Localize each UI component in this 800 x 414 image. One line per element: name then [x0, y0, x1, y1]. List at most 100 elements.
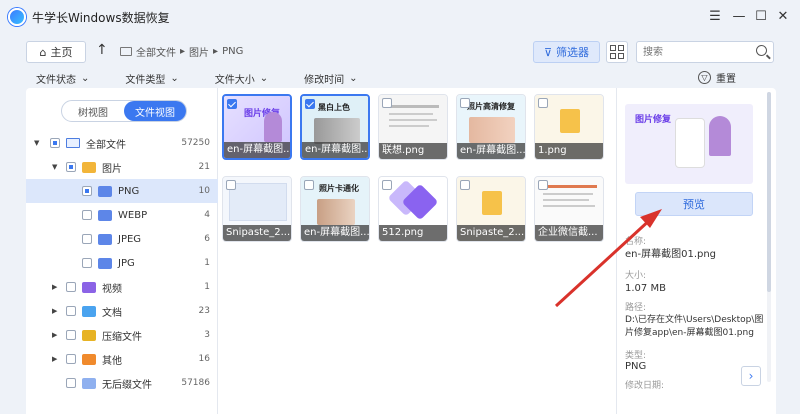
- file-thumbnail[interactable]: 联想.png: [378, 94, 448, 160]
- name-value: en-屏幕截图01.png: [625, 249, 717, 260]
- title-bar: 牛学长Windows数据恢复 ☰ — ☐ ✕: [0, 0, 800, 34]
- home-icon: ⌂: [39, 45, 47, 59]
- path-label: 路径:: [625, 303, 647, 313]
- scrollbar[interactable]: [767, 92, 771, 382]
- maximize-icon[interactable]: ☐: [750, 6, 772, 26]
- tree-item-jpg[interactable]: JPG 1: [26, 251, 218, 275]
- checkbox[interactable]: [66, 282, 76, 292]
- checkbox[interactable]: [82, 186, 92, 196]
- checkbox[interactable]: [305, 99, 315, 109]
- breadcrumb-item[interactable]: 全部文件: [136, 44, 176, 59]
- tree-item-archives[interactable]: ▶ 压缩文件 3: [26, 323, 218, 347]
- chevron-down-icon: ⌄: [349, 72, 358, 84]
- checkbox[interactable]: [226, 180, 236, 190]
- file-name: en-屏幕截图...: [301, 225, 369, 241]
- checkbox[interactable]: [66, 306, 76, 316]
- tree-item-webp[interactable]: WEBP 4: [26, 203, 218, 227]
- checkbox[interactable]: [538, 98, 548, 108]
- view-toggle: 树视图 文件视图: [61, 100, 187, 122]
- computer-icon: [66, 138, 80, 148]
- filter-bar: 文件状态 ⌄ 文件类型 ⌄ 文件大小 ⌄ 修改时间 ⌄ ▽ 重置: [26, 68, 774, 88]
- file-thumbnail[interactable]: 照片卡通化 en-屏幕截图...: [300, 176, 370, 242]
- breadcrumb-item[interactable]: PNG: [222, 46, 243, 57]
- main-panel: 树视图 文件视图 ▼ 全部文件 57250 ▼ 图片 21 PNG 10 WEB…: [26, 88, 776, 414]
- file-type-dropdown[interactable]: 文件类型 ⌄: [125, 71, 178, 86]
- chevron-down-icon: ⌄: [259, 72, 269, 84]
- checkbox[interactable]: [66, 162, 76, 172]
- grid-view-icon[interactable]: [606, 41, 628, 63]
- checkbox[interactable]: [82, 258, 92, 268]
- checkbox[interactable]: [304, 180, 314, 190]
- caret-right-icon[interactable]: ▶: [52, 307, 57, 315]
- caret-down-icon[interactable]: ▼: [52, 163, 57, 171]
- checkbox[interactable]: [82, 234, 92, 244]
- file-thumbnail[interactable]: 黑白上色 en-屏幕截图...: [300, 94, 370, 160]
- tree-item-no-extension[interactable]: 无后缀文件 57186: [26, 371, 218, 395]
- file-size-dropdown[interactable]: 文件大小 ⌄: [215, 71, 268, 86]
- breadcrumb-separator-icon: ▸: [213, 46, 219, 57]
- file-name: en-屏幕截图...: [224, 142, 290, 158]
- menu-icon[interactable]: ☰: [704, 6, 726, 26]
- chevron-down-icon: ⌄: [81, 72, 90, 84]
- file-thumbnail[interactable]: 512.png: [378, 176, 448, 242]
- tree-item-documents[interactable]: ▶ 文档 23: [26, 299, 218, 323]
- filter-button[interactable]: ⊽ 筛选器: [533, 41, 600, 63]
- detail-panel: 图片修复 预览 名称: en-屏幕截图01.png 大小: 1.07 MB 路径…: [616, 88, 776, 414]
- minimize-icon[interactable]: —: [728, 6, 750, 26]
- caret-right-icon[interactable]: ▶: [52, 283, 57, 291]
- caret-right-icon[interactable]: ▶: [52, 355, 57, 363]
- file-thumbnail[interactable]: 图片修复 en-屏幕截图...: [222, 94, 292, 160]
- close-icon[interactable]: ✕: [772, 6, 794, 26]
- checkbox[interactable]: [382, 180, 392, 190]
- tree-item-video[interactable]: ▶ 视频 1: [26, 275, 218, 299]
- checkbox[interactable]: [50, 138, 60, 148]
- file-thumbnail[interactable]: 企业微信截...: [534, 176, 604, 242]
- checkbox[interactable]: [460, 98, 470, 108]
- file-name: Snipaste_2...: [223, 225, 291, 241]
- breadcrumb-item[interactable]: 图片: [189, 44, 209, 59]
- file-name: 1.png: [535, 143, 603, 159]
- file-name: 512.png: [379, 225, 447, 241]
- file-thumbnail[interactable]: 照片高清修复 en-屏幕截图...: [456, 94, 526, 160]
- file-name: en-屏幕截图...: [457, 143, 525, 159]
- file-thumbnail[interactable]: 1.png: [534, 94, 604, 160]
- document-icon: [82, 305, 96, 317]
- tree-item-images[interactable]: ▼ 图片 21: [26, 155, 218, 179]
- tree-item-png[interactable]: PNG 10: [26, 179, 218, 203]
- other-icon: [82, 353, 96, 365]
- file-status-dropdown[interactable]: 文件状态 ⌄: [36, 71, 89, 86]
- checkbox[interactable]: [538, 180, 548, 190]
- search-input[interactable]: [643, 42, 753, 62]
- archive-icon: [82, 329, 96, 341]
- tree-item-all-files[interactable]: ▼ 全部文件 57250: [26, 131, 218, 155]
- file-view-tab[interactable]: 文件视图: [124, 101, 186, 121]
- file-thumbnail[interactable]: Snipaste_2...: [222, 176, 292, 242]
- checkbox[interactable]: [66, 354, 76, 364]
- folder-icon: [98, 209, 112, 221]
- name-label: 名称:: [625, 237, 647, 247]
- chevron-right-icon[interactable]: ›: [741, 366, 761, 386]
- tree-item-other[interactable]: ▶ 其他 16: [26, 347, 218, 371]
- up-arrow-icon[interactable]: ↑: [96, 42, 108, 58]
- checkbox[interactable]: [382, 98, 392, 108]
- reset-button[interactable]: ▽ 重置: [698, 70, 736, 85]
- tree-view-tab[interactable]: 树视图: [62, 101, 124, 121]
- modified-time-dropdown[interactable]: 修改时间 ⌄: [304, 71, 357, 86]
- file-name: en-屏幕截图...: [302, 142, 368, 158]
- path-value: D:\已存在文件\Users\Desktop\图片修复app\en-屏幕截图01…: [625, 315, 764, 338]
- checkbox[interactable]: [66, 330, 76, 340]
- size-value: 1.07 MB: [625, 283, 666, 294]
- search-icon[interactable]: [756, 45, 767, 56]
- checkbox[interactable]: [227, 99, 237, 109]
- home-button[interactable]: ⌂ 主页: [26, 41, 86, 63]
- size-label: 大小:: [625, 271, 647, 281]
- file-thumbnail[interactable]: Snipaste_2...: [456, 176, 526, 242]
- app-title: 牛学长Windows数据恢复: [32, 11, 170, 25]
- checkbox[interactable]: [460, 180, 470, 190]
- checkbox[interactable]: [66, 378, 76, 388]
- caret-right-icon[interactable]: ▶: [52, 331, 57, 339]
- preview-button[interactable]: 预览: [635, 192, 753, 216]
- tree-item-jpeg[interactable]: JPEG 6: [26, 227, 218, 251]
- caret-down-icon[interactable]: ▼: [34, 139, 39, 147]
- checkbox[interactable]: [82, 210, 92, 220]
